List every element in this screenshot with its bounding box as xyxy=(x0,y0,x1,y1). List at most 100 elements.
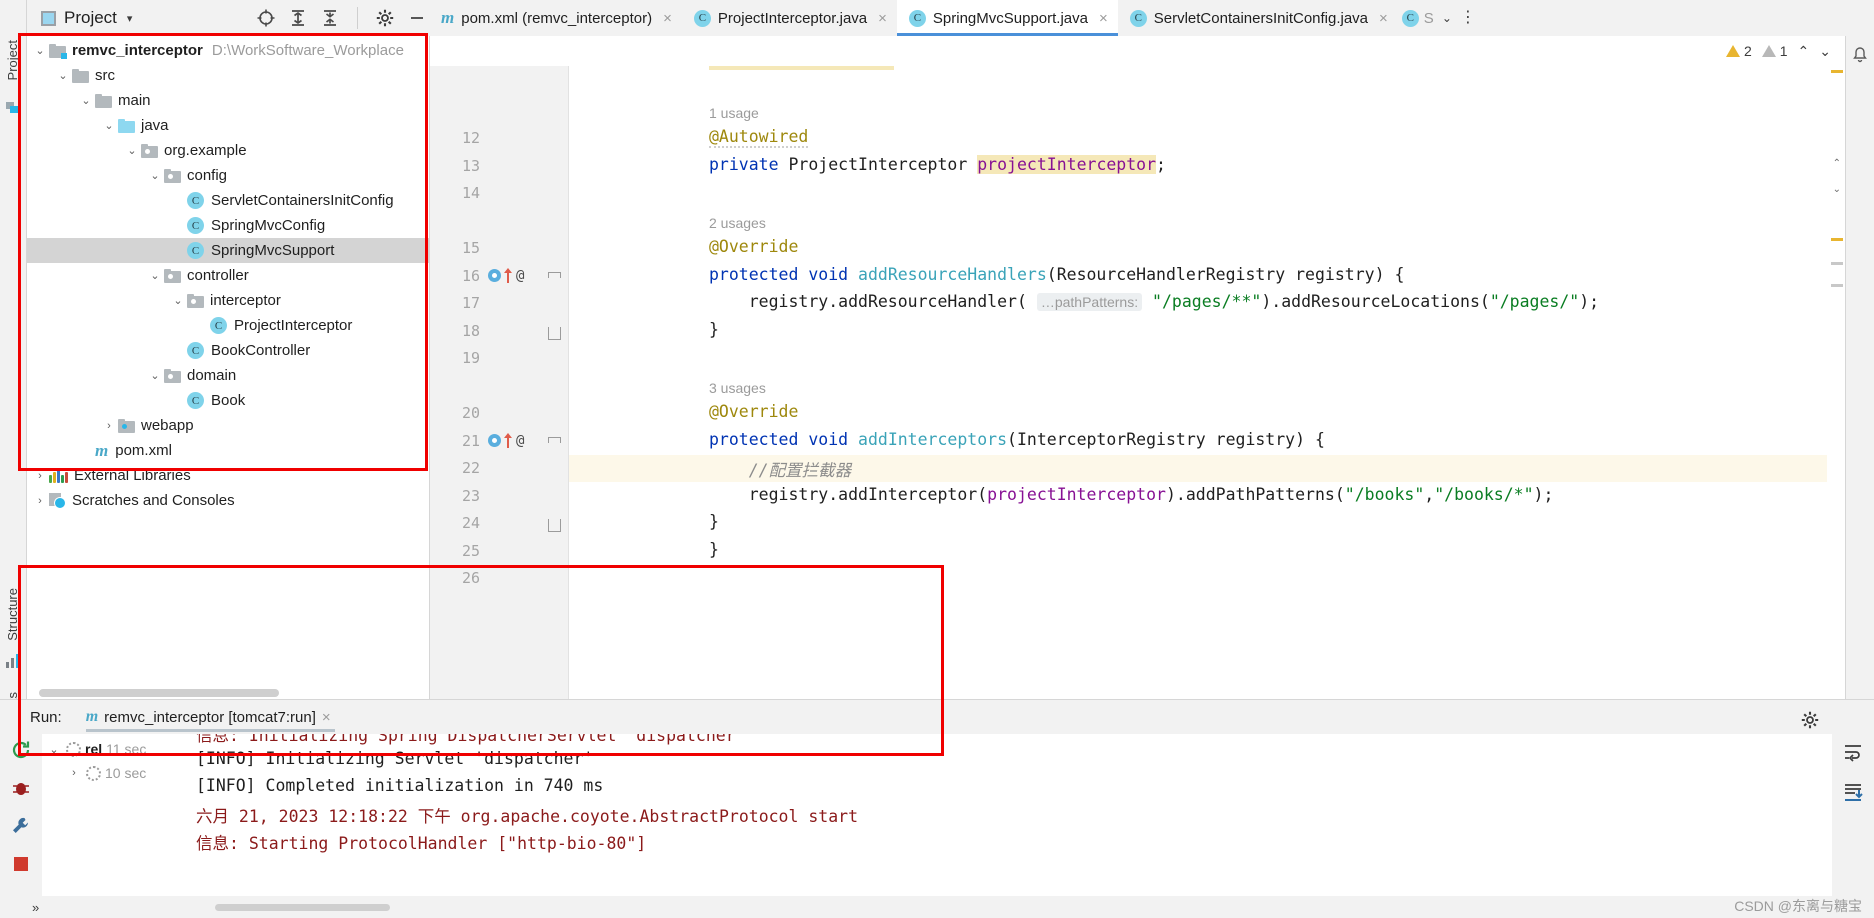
scroll-to-end-icon[interactable] xyxy=(1841,780,1865,804)
chevron-down-icon[interactable]: ⌄ xyxy=(77,94,95,107)
close-icon[interactable]: × xyxy=(878,10,887,27)
close-icon[interactable]: × xyxy=(322,709,331,726)
tree-item-servletcontainersinitconfig[interactable]: C ServletContainersInitConfig xyxy=(27,188,429,213)
code-line-13[interactable]: private ProjectInterceptor projectInterc… xyxy=(709,154,1166,174)
code-line-18[interactable]: } xyxy=(709,320,719,339)
structure-rail-icon[interactable] xyxy=(4,652,22,670)
tree-item-external-libraries[interactable]: › External Libraries xyxy=(27,463,429,488)
close-icon[interactable]: × xyxy=(663,10,672,27)
tab-more-menu[interactable]: ⋮ xyxy=(1456,0,1478,36)
weak-warning-count-badge[interactable]: 1 xyxy=(1761,43,1788,59)
code-line-24[interactable]: } xyxy=(709,512,719,531)
method-marker-icon[interactable] xyxy=(488,434,501,447)
editor-tab-projectinterceptor[interactable]: C ProjectInterceptor.java × xyxy=(682,0,897,36)
chevron-down-icon[interactable]: ⌄ xyxy=(169,294,187,307)
chevron-down-icon[interactable]: ⌄ xyxy=(100,119,118,132)
code-fold-marker[interactable] xyxy=(548,271,561,278)
run-tree-row[interactable]: ⌄ rel 11 sec xyxy=(42,737,182,761)
tree-item-controller[interactable]: ⌄ controller xyxy=(27,263,429,288)
tree-item-projectinterceptor[interactable]: C ProjectInterceptor xyxy=(27,313,429,338)
editor-tab-pom[interactable]: m pom.xml (remvc_interceptor) × xyxy=(429,0,682,36)
usage-hint[interactable]: 2 usages xyxy=(709,215,766,231)
tree-item-remvc-interceptor[interactable]: ⌄ remvc_interceptor D:\WorkSoftware_Workpl… xyxy=(27,38,429,63)
chevron-down-icon[interactable]: ⌄ xyxy=(54,69,72,82)
run-tree-row[interactable]: › 10 sec xyxy=(42,761,182,785)
close-icon[interactable]: × xyxy=(1379,10,1388,27)
tree-item-src[interactable]: ⌄ src xyxy=(27,63,429,88)
chevron-right-icon[interactable]: › xyxy=(66,767,82,779)
notifications-icon[interactable] xyxy=(1851,46,1869,64)
chevron-down-icon[interactable]: ⌄ xyxy=(146,269,164,282)
gutter-override-marker[interactable]: @ xyxy=(488,433,524,449)
console-scrollbar[interactable] xyxy=(1816,734,1832,896)
chevron-down-icon[interactable]: ⌄ xyxy=(146,369,164,382)
code-fold-marker[interactable] xyxy=(548,519,561,532)
wrench-icon[interactable] xyxy=(9,814,33,838)
code-line-21[interactable]: protected void addInterceptors(Intercept… xyxy=(709,430,1325,449)
close-icon[interactable]: × xyxy=(1099,10,1108,27)
editor-tab-truncated[interactable]: C S xyxy=(1398,0,1438,36)
tree-item-bookcontroller[interactable]: C BookController xyxy=(27,338,429,363)
run-settings-gear-icon[interactable] xyxy=(1798,708,1822,732)
overriding-method-icon[interactable] xyxy=(504,268,513,283)
scrollbar-thumb[interactable] xyxy=(39,689,279,697)
rail-label-structure[interactable]: Structure xyxy=(5,588,20,641)
debug-icon[interactable] xyxy=(9,776,33,800)
tree-item-pom-xml[interactable]: m pom.xml xyxy=(27,438,429,463)
tree-item-config[interactable]: ⌄ config xyxy=(27,163,429,188)
tree-item-scratches-and-consoles[interactable]: › Scratches and Consoles xyxy=(27,488,429,513)
chevron-down-icon[interactable]: ⌄ xyxy=(123,144,141,157)
chevron-down-icon[interactable]: ⌄ xyxy=(146,169,164,182)
code-line-17[interactable]: registry.addResourceHandler( …pathPatter… xyxy=(709,292,1599,311)
code-fold-marker[interactable] xyxy=(548,436,561,443)
editor-tab-springmvcsupport[interactable]: C SpringMvcSupport.java × xyxy=(896,0,1118,36)
locate-icon[interactable] xyxy=(254,6,278,30)
chevron-down-icon[interactable]: ⌄ xyxy=(31,44,49,57)
chevron-right-icon[interactable]: › xyxy=(100,420,118,432)
stop-icon[interactable] xyxy=(9,852,33,876)
editor-marker-strip[interactable]: ⌃ ⌄ xyxy=(1827,66,1845,699)
run-test-tree[interactable]: ⌄ rel 11 sec › 10 sec xyxy=(42,734,182,896)
tree-item-interceptor[interactable]: ⌄ interceptor xyxy=(27,288,429,313)
code-line-23[interactable]: registry.addInterceptor(projectIntercept… xyxy=(709,485,1554,504)
gutter-override-marker[interactable]: @ xyxy=(488,268,524,284)
run-config-tab[interactable]: m remvc_interceptor [tomcat7:run] × xyxy=(84,708,337,732)
tree-item-java[interactable]: ⌄ java xyxy=(27,113,429,138)
usage-hint[interactable]: 3 usages xyxy=(709,380,766,396)
code-line-25[interactable]: } xyxy=(709,540,719,559)
chevron-down-icon[interactable]: ▾ xyxy=(127,12,133,25)
status-expand-icon[interactable]: » xyxy=(26,900,39,915)
prev-problem-icon[interactable]: ⌃ xyxy=(1798,43,1810,60)
code-fold-marker[interactable] xyxy=(548,326,561,340)
code-line-15[interactable]: @Override xyxy=(709,237,798,256)
module-rail-icon[interactable] xyxy=(4,98,22,116)
tree-item-springmvcsupport[interactable]: C SpringMvcSupport xyxy=(27,238,429,263)
usage-hint[interactable]: 1 usage xyxy=(709,105,759,121)
run-console-output[interactable]: 信息: Initializing Spring DispatcherServle… xyxy=(182,734,1816,896)
tree-item-main[interactable]: ⌄ main xyxy=(27,88,429,113)
chevron-up-icon[interactable]: ⌃ xyxy=(1833,158,1841,169)
settings-gear-icon[interactable] xyxy=(373,6,397,30)
annotation-marker-icon[interactable]: @ xyxy=(516,433,524,449)
rerun-icon[interactable] xyxy=(9,738,33,762)
hide-panel-icon[interactable] xyxy=(405,6,429,30)
chevron-right-icon[interactable]: › xyxy=(31,470,49,482)
code-line-22[interactable]: //配置拦截器 xyxy=(709,457,851,481)
chevron-down-icon[interactable]: ⌄ xyxy=(1833,184,1841,195)
overriding-method-icon[interactable] xyxy=(504,433,513,448)
tree-item-springmvcconfig[interactable]: C SpringMvcConfig xyxy=(27,213,429,238)
wrap-text-icon[interactable] xyxy=(1841,740,1865,764)
project-tree[interactable]: ⌄ remvc_interceptor D:\WorkSoftware_Workpl… xyxy=(27,36,429,687)
tree-item-book[interactable]: C Book xyxy=(27,388,429,413)
chevron-right-icon[interactable]: › xyxy=(31,495,49,507)
tab-overflow-chevron[interactable]: ⌄ xyxy=(1438,0,1456,36)
tree-item-org-example[interactable]: ⌄ org.example xyxy=(27,138,429,163)
console-hscroll-thumb[interactable] xyxy=(215,904,390,911)
collapse-all-icon[interactable] xyxy=(318,6,342,30)
code-line-12[interactable]: @Autowired xyxy=(709,127,809,148)
expand-all-icon[interactable] xyxy=(286,6,310,30)
method-marker-icon[interactable] xyxy=(488,269,501,282)
editor-gutter[interactable]: 12 13 14 15 16 17 18 19 20 21 22 23 24 25 26 @ @ xyxy=(430,66,569,699)
warning-count-badge[interactable]: 2 xyxy=(1725,43,1752,59)
project-tree-hscrollbar[interactable] xyxy=(27,687,429,699)
